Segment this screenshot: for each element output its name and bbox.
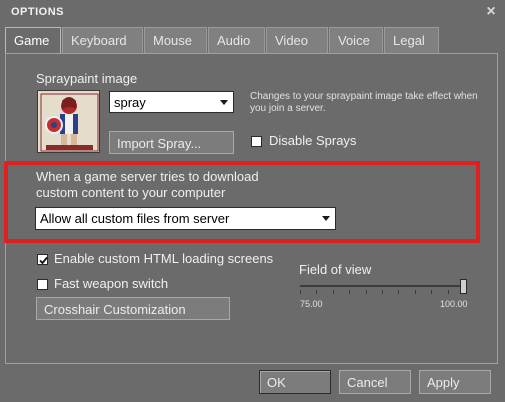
fov-slider-thumb[interactable] xyxy=(460,279,467,294)
fov-max-label: 100.00 xyxy=(440,299,468,309)
disable-sprays-label: Disable Sprays xyxy=(269,133,357,148)
custom-content-select-value: Allow all custom files from server xyxy=(40,211,230,226)
fov-tick xyxy=(366,290,367,294)
options-dialog: OPTIONS × Game Keyboard Mouse Audio Vide… xyxy=(0,0,505,402)
fov-tick xyxy=(415,290,416,294)
fov-tick xyxy=(333,290,334,294)
crosshair-customization-button[interactable]: Crosshair Customization xyxy=(36,297,230,320)
spray-select-value: spray xyxy=(114,95,146,110)
checkmark-icon xyxy=(39,256,48,265)
fov-min-label: 75.00 xyxy=(300,299,323,309)
fov-slider-track[interactable] xyxy=(300,285,464,287)
fov-tick xyxy=(349,290,350,294)
html-loading-checkbox[interactable] xyxy=(37,254,48,265)
ok-button[interactable]: OK xyxy=(259,370,331,394)
cancel-button[interactable]: Cancel xyxy=(339,370,411,394)
fov-tick xyxy=(431,290,432,294)
window-title: OPTIONS xyxy=(11,6,65,18)
spray-select[interactable]: spray xyxy=(109,91,234,113)
fast-weapon-switch-label: Fast weapon switch xyxy=(54,276,169,291)
chevron-down-icon xyxy=(322,216,330,221)
fov-label: Field of view xyxy=(299,262,372,277)
chevron-down-icon xyxy=(220,100,228,105)
fov-tick xyxy=(300,290,301,294)
tab-legal[interactable]: Legal xyxy=(384,27,439,53)
spray-preview-image xyxy=(37,90,100,153)
fov-tick xyxy=(448,290,449,294)
tab-game[interactable]: Game xyxy=(5,27,61,54)
tab-video[interactable]: Video xyxy=(266,27,328,53)
tab-voice[interactable]: Voice xyxy=(329,27,383,53)
tab-mouse[interactable]: Mouse xyxy=(144,27,207,53)
disable-sprays-checkbox[interactable] xyxy=(251,136,262,147)
fov-tick xyxy=(316,290,317,294)
custom-content-select[interactable]: Allow all custom files from server xyxy=(35,207,336,230)
close-icon[interactable]: × xyxy=(484,4,498,20)
apply-button[interactable]: Apply xyxy=(419,370,491,394)
custom-content-prompt-line2: custom content to your computer xyxy=(36,185,226,200)
tab-audio[interactable]: Audio xyxy=(208,27,265,53)
tab-keyboard[interactable]: Keyboard xyxy=(62,27,143,53)
html-loading-label: Enable custom HTML loading screens xyxy=(54,251,274,266)
fast-weapon-switch-checkbox[interactable] xyxy=(37,279,48,290)
spray-heading: Spraypaint image xyxy=(36,71,138,86)
spray-preview-art xyxy=(38,91,99,152)
custom-content-prompt-line1: When a game server tries to download xyxy=(36,169,259,184)
import-spray-button[interactable]: Import Spray... xyxy=(109,131,234,154)
fov-tick xyxy=(398,290,399,294)
fov-tick xyxy=(382,290,383,294)
spray-note: Changes to your spraypaint image take ef… xyxy=(250,91,478,114)
